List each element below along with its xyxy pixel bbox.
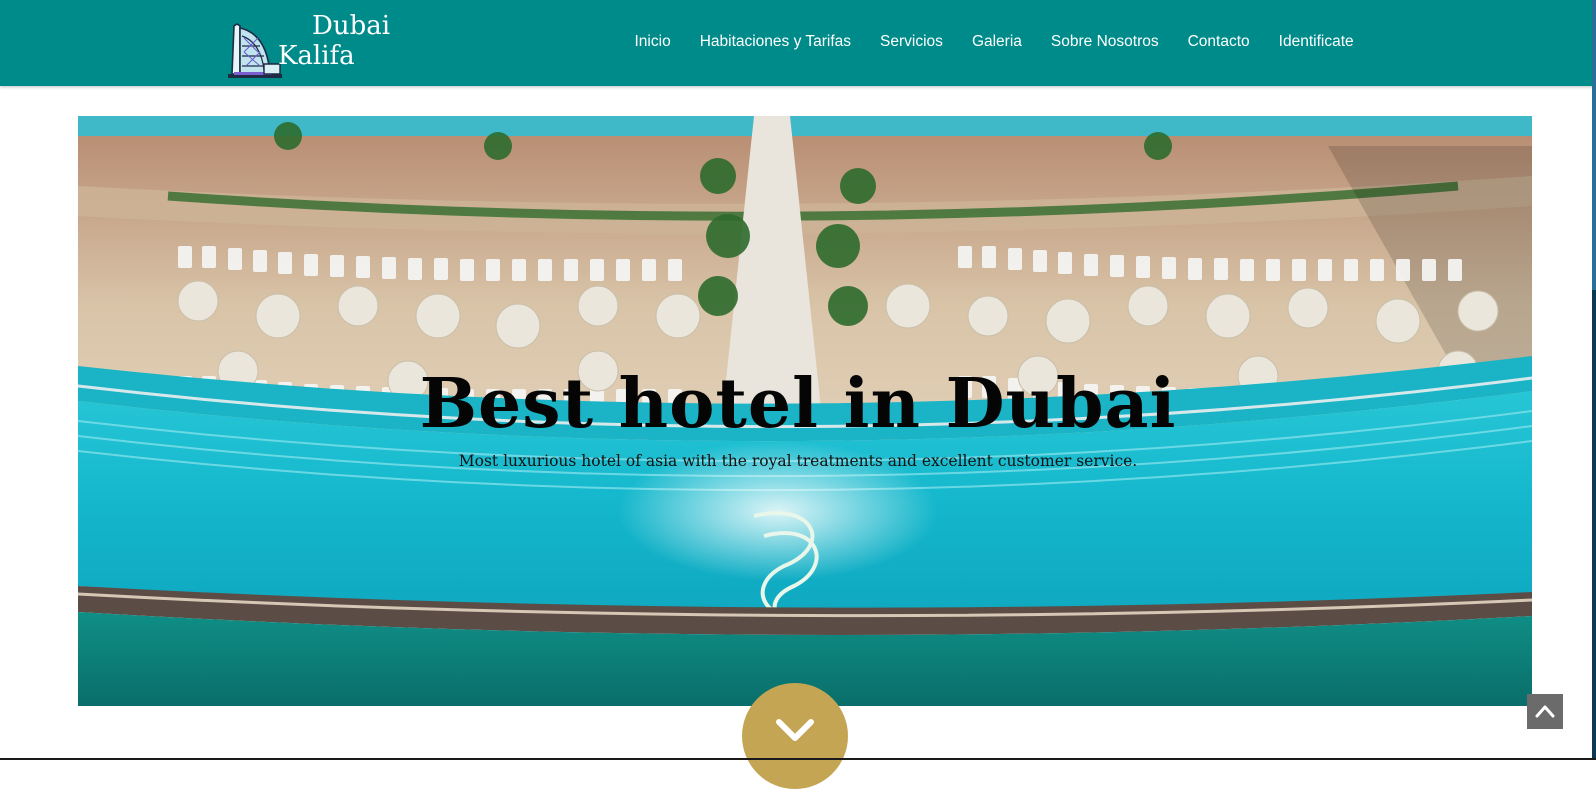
nav-item-servicios[interactable]: Servicios (866, 30, 958, 54)
page-scrollbar[interactable] (1592, 0, 1596, 760)
back-to-top-button[interactable] (1527, 694, 1563, 729)
nav-item-galeria[interactable]: Galeria (957, 30, 1036, 54)
nav-item-habitaciones-y-tarifas[interactable]: Habitaciones y Tarifas (685, 30, 865, 54)
nav-item-sobre-nosotros[interactable]: Sobre Nosotros (1036, 30, 1173, 54)
chevron-down-icon (776, 719, 814, 741)
nav-item-identificate[interactable]: Identificate (1264, 30, 1368, 54)
brand-name-line1: Dubai (312, 11, 391, 41)
burj-al-arab-logo-icon (228, 23, 282, 78)
hero-title: Best hotel in Dubai (419, 363, 1177, 444)
nav-item-contacto[interactable]: Contacto (1173, 30, 1264, 54)
top-navbar: Dubai Kalifa Inicio Habitaciones y Tarif… (0, 0, 1596, 86)
chevron-up-icon (1535, 705, 1555, 718)
page-scrollbar-thumb[interactable] (1592, 0, 1596, 290)
main-nav: Inicio Habitaciones y Tarifas Servicios … (620, 30, 1368, 54)
brand-name-line2: Kalifa (278, 41, 355, 71)
nav-item-inicio[interactable]: Inicio (620, 30, 685, 54)
hero-subtitle: Most luxurious hotel of asia with the ro… (458, 451, 1138, 470)
scroll-down-button[interactable] (742, 683, 848, 789)
hero-banner: Best hotel in Dubai Most luxurious hotel… (78, 116, 1532, 706)
brand-logo-link[interactable]: Dubai Kalifa (224, 8, 404, 80)
